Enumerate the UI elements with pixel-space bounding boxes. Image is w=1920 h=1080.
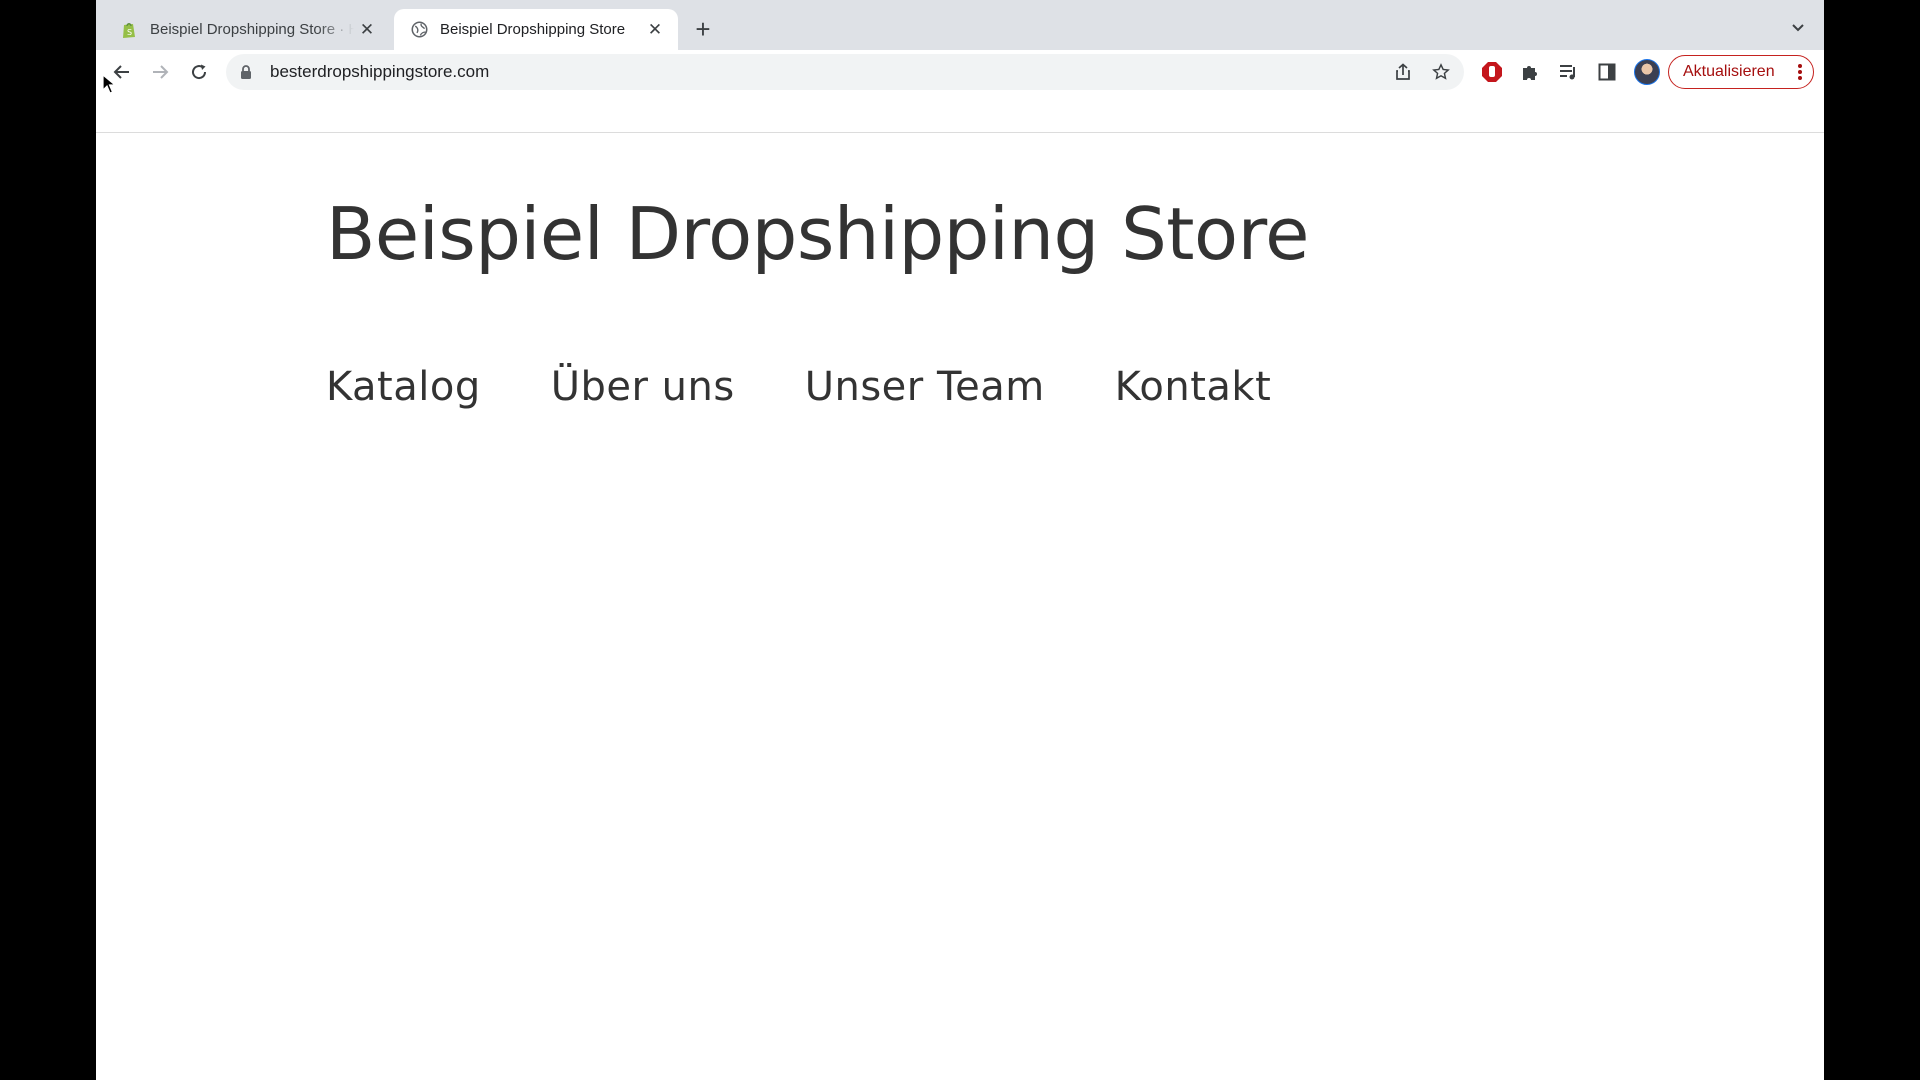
more-menu-icon[interactable] xyxy=(1797,63,1803,81)
media-queue-icon[interactable] xyxy=(1553,57,1583,87)
divider xyxy=(96,132,1824,133)
web-page: Beispiel Dropshipping Store Katalog Über… xyxy=(96,94,1824,1080)
bookmark-star-icon[interactable] xyxy=(1426,57,1456,87)
site-title[interactable]: Beispiel Dropshipping Store xyxy=(326,192,1309,276)
adblock-extension-icon[interactable] xyxy=(1477,57,1507,87)
browser-toolbar: besterdropshippingstore.com Aktualisiere… xyxy=(96,50,1824,94)
reload-icon[interactable] xyxy=(184,57,214,87)
address-bar[interactable]: besterdropshippingstore.com xyxy=(226,54,1464,90)
close-icon[interactable]: ✕ xyxy=(354,17,380,43)
tab-strip: S Beispiel Dropshipping Store · H ✕ Beis… xyxy=(96,0,1824,50)
lock-icon[interactable] xyxy=(240,65,256,79)
svg-text:S: S xyxy=(127,28,132,37)
nav-link-unser-team[interactable]: Unser Team xyxy=(805,364,1045,410)
share-icon[interactable] xyxy=(1388,57,1418,87)
profile-avatar[interactable] xyxy=(1634,59,1660,85)
nav-link-ueber-uns[interactable]: Über uns xyxy=(551,364,735,410)
nav-link-katalog[interactable]: Katalog xyxy=(326,364,481,410)
update-label: Aktualisieren xyxy=(1683,63,1775,80)
new-tab-icon[interactable]: + xyxy=(688,14,718,44)
shopify-icon: S xyxy=(120,21,138,39)
tab-shopify-admin[interactable]: S Beispiel Dropshipping Store · H ✕ xyxy=(96,9,390,50)
tab-title: Beispiel Dropshipping Store · H xyxy=(150,21,354,38)
globe-icon xyxy=(410,21,428,39)
mouse-cursor-icon xyxy=(102,74,116,94)
close-icon[interactable]: ✕ xyxy=(642,17,668,43)
main-nav: Katalog Über uns Unser Team Kontakt xyxy=(326,364,1271,410)
side-panel-icon[interactable] xyxy=(1592,57,1622,87)
nav-link-kontakt[interactable]: Kontakt xyxy=(1115,364,1272,410)
forward-icon[interactable] xyxy=(145,57,175,87)
tab-title: Beispiel Dropshipping Store xyxy=(440,21,626,38)
browser-window: S Beispiel Dropshipping Store · H ✕ Beis… xyxy=(96,0,1824,1080)
extensions-puzzle-icon[interactable] xyxy=(1515,57,1545,87)
update-button[interactable]: Aktualisieren xyxy=(1668,55,1814,89)
url-text[interactable]: besterdropshippingstore.com xyxy=(270,62,1388,82)
chevron-down-icon[interactable] xyxy=(1786,16,1810,40)
tab-store[interactable]: Beispiel Dropshipping Store ✕ xyxy=(394,9,678,50)
